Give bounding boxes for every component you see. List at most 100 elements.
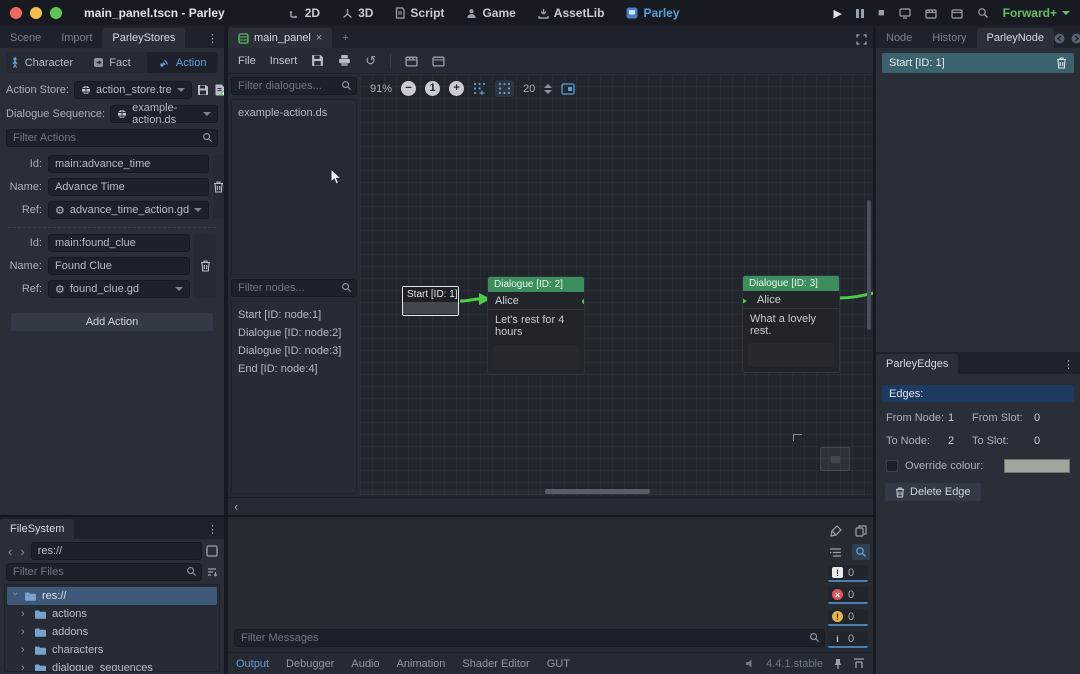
action-id-field[interactable]: main:found_clue <box>48 234 190 252</box>
prev-tab-icon[interactable] <box>1054 33 1065 44</box>
menu-3d[interactable]: 3D <box>342 6 373 20</box>
new-script-button[interactable] <box>214 84 224 96</box>
tab-scene[interactable]: Scene <box>0 28 51 48</box>
remote-debug-button[interactable] <box>899 8 911 19</box>
menu-script[interactable]: Script <box>395 6 444 20</box>
node-list-item[interactable]: Dialogue [ID: node:3] <box>238 342 350 360</box>
zoom-out-button[interactable]: − <box>401 81 416 96</box>
expand-arrow-icon[interactable]: › <box>21 608 29 620</box>
history-forward-button[interactable]: › <box>18 544 26 559</box>
menu-assetlib[interactable]: AssetLib <box>538 6 605 20</box>
bottom-tab-shader-editor[interactable]: Shader Editor <box>462 658 529 670</box>
filter-dialogues-input[interactable] <box>231 77 357 95</box>
play-scene-button[interactable] <box>925 8 937 19</box>
clear-output-button[interactable] <box>827 523 845 539</box>
subtab-character[interactable]: Character <box>6 52 77 73</box>
snap-toggle-icon[interactable] <box>495 80 514 97</box>
canvas-horizontal-scrollbar[interactable] <box>545 489 650 494</box>
graph-node-dialogue-2[interactable]: Dialogue [ID: 2] Alice Let's rest for 4 … <box>487 276 585 375</box>
dialogue-sequence-dropdown[interactable]: example-action.ds <box>110 105 218 123</box>
tab-node[interactable]: Node <box>876 28 922 48</box>
tab-import[interactable]: Import <box>51 28 102 48</box>
collapse-messages-button[interactable] <box>827 544 845 560</box>
snap-grid-icon[interactable] <box>473 82 486 95</box>
graph-canvas[interactable]: 91% − 1 + 20 <box>360 74 873 497</box>
delete-edge-button[interactable]: Delete Edge <box>884 482 982 502</box>
bottom-tab-gut[interactable]: GUT <box>547 658 570 670</box>
mute-icon[interactable] <box>745 658 756 669</box>
pause-button[interactable] <box>856 9 864 18</box>
filesystem-item[interactable]: › actions <box>5 605 219 623</box>
movie-maker-button[interactable] <box>977 7 989 19</box>
add-action-button[interactable]: Add Action <box>10 312 214 332</box>
node-list-item[interactable]: Dialogue [ID: node:2] <box>238 324 350 342</box>
action-ref-dropdown[interactable]: ⚙ found_clue.gd <box>48 280 190 298</box>
renderer-selector[interactable]: Forward+ <box>1003 6 1070 20</box>
next-tab-icon[interactable] <box>1071 33 1080 44</box>
node-list-item[interactable]: End [ID: node:4] <box>238 360 350 378</box>
close-window-button[interactable] <box>10 7 22 19</box>
file-menu[interactable]: File <box>238 55 256 67</box>
play-custom-scene-button[interactable] <box>951 8 963 19</box>
test-scene-icon[interactable] <box>432 55 445 67</box>
filesystem-item[interactable]: › dialogue_sequences <box>5 659 219 672</box>
selected-node-header[interactable]: Start [ID: 1] <box>882 53 1074 73</box>
tab-main-panel[interactable]: main_panel × <box>228 28 332 48</box>
history-back-button[interactable]: ‹ <box>6 544 14 559</box>
override-colour-checkbox[interactable] <box>886 460 898 472</box>
zoom-reset-button[interactable]: 1 <box>425 81 440 96</box>
split-mode-icon[interactable] <box>206 545 218 557</box>
filesystem-item[interactable]: › res:// <box>7 587 217 605</box>
warning-count-filter[interactable]: ! 0 <box>828 609 868 626</box>
expand-arrow-icon[interactable]: › <box>21 662 29 672</box>
filesystem-item[interactable]: › addons <box>5 623 219 641</box>
filter-nodes-input[interactable] <box>231 279 357 297</box>
bottom-tab-animation[interactable]: Animation <box>397 658 446 670</box>
node-list-item[interactable]: Start [ID: node:1] <box>238 306 350 324</box>
test-dialogue-icon[interactable] <box>405 55 418 67</box>
more-vert-icon[interactable]: ⋮ <box>207 523 218 536</box>
filter-files-input[interactable] <box>6 563 202 581</box>
graph-node-dialogue-3[interactable]: Dialogue [ID: 3] Alice What a lovely res… <box>742 275 840 373</box>
stop-button[interactable]: ■ <box>878 7 885 19</box>
menu-2d[interactable]: 2D <box>289 6 320 20</box>
action-id-field[interactable]: main:advance_time <box>48 155 209 173</box>
dialogue-file-item[interactable]: example-action.ds <box>238 104 350 122</box>
snap-distance-stepper[interactable] <box>544 84 552 94</box>
action-name-field[interactable]: Found Clue <box>48 257 190 275</box>
menu-game[interactable]: Game <box>466 6 515 20</box>
new-tab-button[interactable]: + <box>332 28 358 48</box>
collapse-arrow-icon[interactable]: ‹ <box>234 499 238 514</box>
expand-arrow-icon[interactable]: › <box>21 644 29 656</box>
subtab-action[interactable]: Action <box>147 52 218 73</box>
save-icon[interactable] <box>311 54 324 67</box>
filter-messages-input[interactable] <box>234 629 825 647</box>
filter-actions-input[interactable] <box>6 129 218 147</box>
error-count-filter[interactable]: × 0 <box>828 587 868 604</box>
action-name-field[interactable]: Advance Time <box>48 178 209 196</box>
output-port[interactable] <box>582 299 585 304</box>
tab-filesystem[interactable]: FileSystem <box>0 519 74 539</box>
expand-bottom-panel-icon[interactable] <box>853 658 865 669</box>
sort-files-icon[interactable] <box>206 566 218 578</box>
minimap[interactable] <box>820 447 850 471</box>
action-ref-dropdown[interactable]: ⚙ advance_time_action.gd <box>48 201 209 219</box>
tab-parley-stores[interactable]: ParleyStores <box>102 28 185 48</box>
bottom-tab-audio[interactable]: Audio <box>351 658 379 670</box>
play-button[interactable]: ▶ <box>834 7 842 20</box>
input-port[interactable] <box>742 296 747 306</box>
expand-arrow-icon[interactable]: › <box>21 626 29 638</box>
minimap-toggle-icon[interactable] <box>561 83 575 95</box>
zoom-window-button[interactable] <box>50 7 62 19</box>
edges-section-header[interactable]: Edges: <box>882 385 1074 402</box>
bottom-tab-debugger[interactable]: Debugger <box>286 658 334 670</box>
delete-action-button[interactable] <box>194 234 216 298</box>
path-input[interactable] <box>31 542 202 560</box>
close-tab-icon[interactable]: × <box>316 32 322 44</box>
collapse-arrow-icon[interactable]: › <box>9 592 21 600</box>
print-icon[interactable] <box>338 54 351 67</box>
info-count-filter[interactable]: i 0 <box>828 631 868 648</box>
insert-menu[interactable]: Insert <box>270 55 298 67</box>
save-store-button[interactable] <box>197 84 209 96</box>
tab-history[interactable]: History <box>922 28 976 48</box>
